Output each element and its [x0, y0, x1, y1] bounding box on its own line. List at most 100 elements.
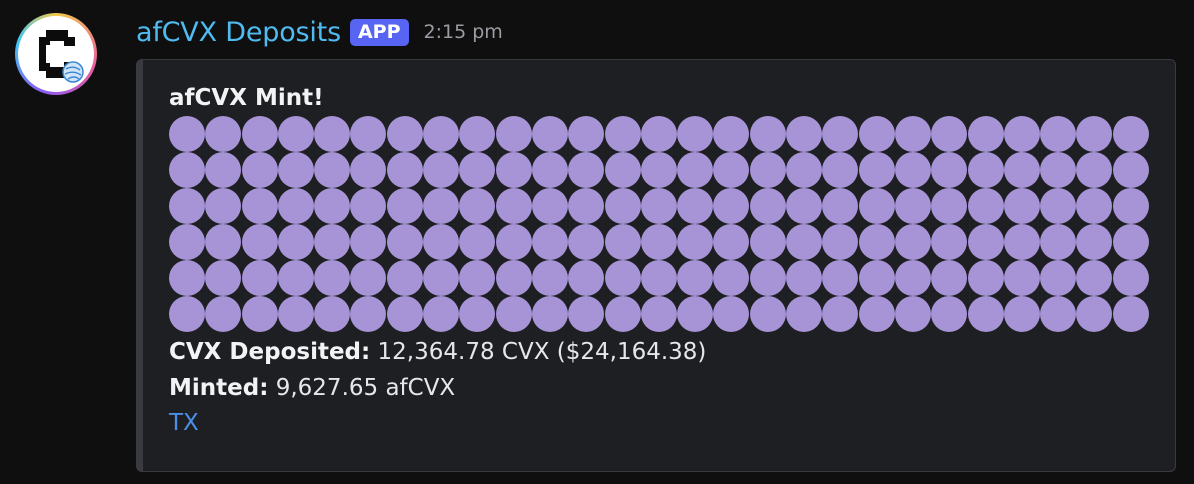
purple-dot-icon [967, 296, 1004, 332]
purple-dot-icon [531, 116, 568, 152]
purple-dot-icon [277, 116, 314, 152]
purple-dot-icon [205, 260, 242, 296]
purple-dot-icon [1076, 224, 1113, 260]
purple-dot-icon [568, 296, 605, 332]
purple-dot-icon [967, 116, 1004, 152]
purple-dot-icon [822, 116, 859, 152]
purple-dot-icon [1076, 260, 1113, 296]
purple-dot-icon [894, 188, 931, 224]
field-value: 9,627.65 afCVX [275, 375, 456, 401]
purple-dot-icon [386, 116, 423, 152]
purple-dot-icon [931, 224, 968, 260]
purple-dot-icon [495, 152, 532, 188]
clever-c-logo-icon [39, 30, 84, 83]
purple-dot-icon [749, 296, 786, 332]
purple-dot-icon [1040, 152, 1077, 188]
purple-dot-icon [350, 188, 387, 224]
purple-dot-icon [640, 296, 677, 332]
purple-dot-icon [786, 224, 823, 260]
purple-dot-icon [568, 152, 605, 188]
purple-dot-icon [386, 296, 423, 332]
purple-dot-icon [314, 188, 351, 224]
purple-dot-icon [350, 296, 387, 332]
purple-dot-icon [495, 188, 532, 224]
purple-dot-icon [314, 260, 351, 296]
purple-dot-icon [350, 224, 387, 260]
username[interactable]: afCVX Deposits [136, 17, 341, 48]
purple-dot-icon [314, 296, 351, 332]
chat-message: afCVX Deposits APP 2:15 pm afCVX Mint! C… [0, 0, 1194, 484]
purple-dot-icon [169, 260, 205, 296]
purple-dot-icon [386, 188, 423, 224]
purple-dot-icon [931, 296, 968, 332]
purple-dot-icon [822, 152, 859, 188]
purple-dot-icon [858, 188, 895, 224]
purple-dot-icon [822, 188, 859, 224]
purple-dot-icon [858, 260, 895, 296]
purple-dot-icon [459, 152, 496, 188]
bot-avatar[interactable] [15, 13, 97, 95]
purple-dot-icon [713, 116, 750, 152]
purple-dot-icon [967, 188, 1004, 224]
tx-link[interactable]: TX [169, 410, 199, 436]
purple-dot-icon [858, 152, 895, 188]
purple-dot-icon [749, 224, 786, 260]
purple-dot-icon [677, 116, 714, 152]
purple-dot-icon [786, 296, 823, 332]
purple-dot-icon [169, 296, 205, 332]
purple-dot-icon [749, 188, 786, 224]
purple-dot-icon [423, 260, 460, 296]
purple-dot-icon [713, 260, 750, 296]
purple-dot-icon [459, 296, 496, 332]
purple-dot-icon [459, 260, 496, 296]
purple-dot-icon [967, 224, 1004, 260]
purple-dot-icon [713, 224, 750, 260]
purple-dot-icon [495, 296, 532, 332]
purple-dot-icon [822, 296, 859, 332]
timestamp[interactable]: 2:15 pm [424, 21, 503, 43]
purple-dot-icon [169, 116, 205, 152]
purple-dot-icon [1003, 152, 1040, 188]
purple-dot-icon [604, 224, 641, 260]
purple-dot-icon [205, 224, 242, 260]
purple-dot-icon [640, 152, 677, 188]
purple-dot-icon [241, 116, 278, 152]
purple-dot-icon [1112, 224, 1149, 260]
purple-dot-icon [1003, 224, 1040, 260]
purple-dot-icon [931, 116, 968, 152]
app-badge: APP [349, 18, 409, 46]
purple-dot-icon [931, 152, 968, 188]
purple-dot-icon [1076, 116, 1113, 152]
purple-dot-icon [531, 296, 568, 332]
field-label: Minted: [169, 375, 269, 401]
purple-dot-icon [423, 224, 460, 260]
purple-dot-icon [531, 224, 568, 260]
purple-dot-icon [459, 224, 496, 260]
purple-dot-icon [604, 116, 641, 152]
purple-dot-icon [277, 188, 314, 224]
purple-dot-icon [459, 116, 496, 152]
purple-dot-icon [205, 152, 242, 188]
purple-dot-icon [640, 188, 677, 224]
purple-dot-icon [786, 260, 823, 296]
field-label: CVX Deposited: [169, 339, 371, 365]
purple-dot-icon [423, 188, 460, 224]
purple-dot-icon [858, 224, 895, 260]
purple-dot-icon [677, 224, 714, 260]
purple-dot-icon [894, 224, 931, 260]
purple-dot-icon [1040, 116, 1077, 152]
purple-dot-icon [1040, 188, 1077, 224]
purple-dot-icon [858, 116, 895, 152]
purple-dot-icon [277, 296, 314, 332]
purple-dot-icon [931, 260, 968, 296]
purple-dot-icon [1003, 260, 1040, 296]
embed-card: afCVX Mint! CVX Deposited: 12,364.78 CVX… [136, 59, 1176, 472]
purple-dot-icon [241, 260, 278, 296]
purple-dot-icon [713, 188, 750, 224]
purple-dot-icon [894, 116, 931, 152]
purple-dot-icon [423, 116, 460, 152]
purple-dot-icon [1040, 296, 1077, 332]
purple-dot-icon [640, 224, 677, 260]
purple-dot-icon [423, 296, 460, 332]
message-header: afCVX Deposits APP 2:15 pm [136, 12, 503, 52]
